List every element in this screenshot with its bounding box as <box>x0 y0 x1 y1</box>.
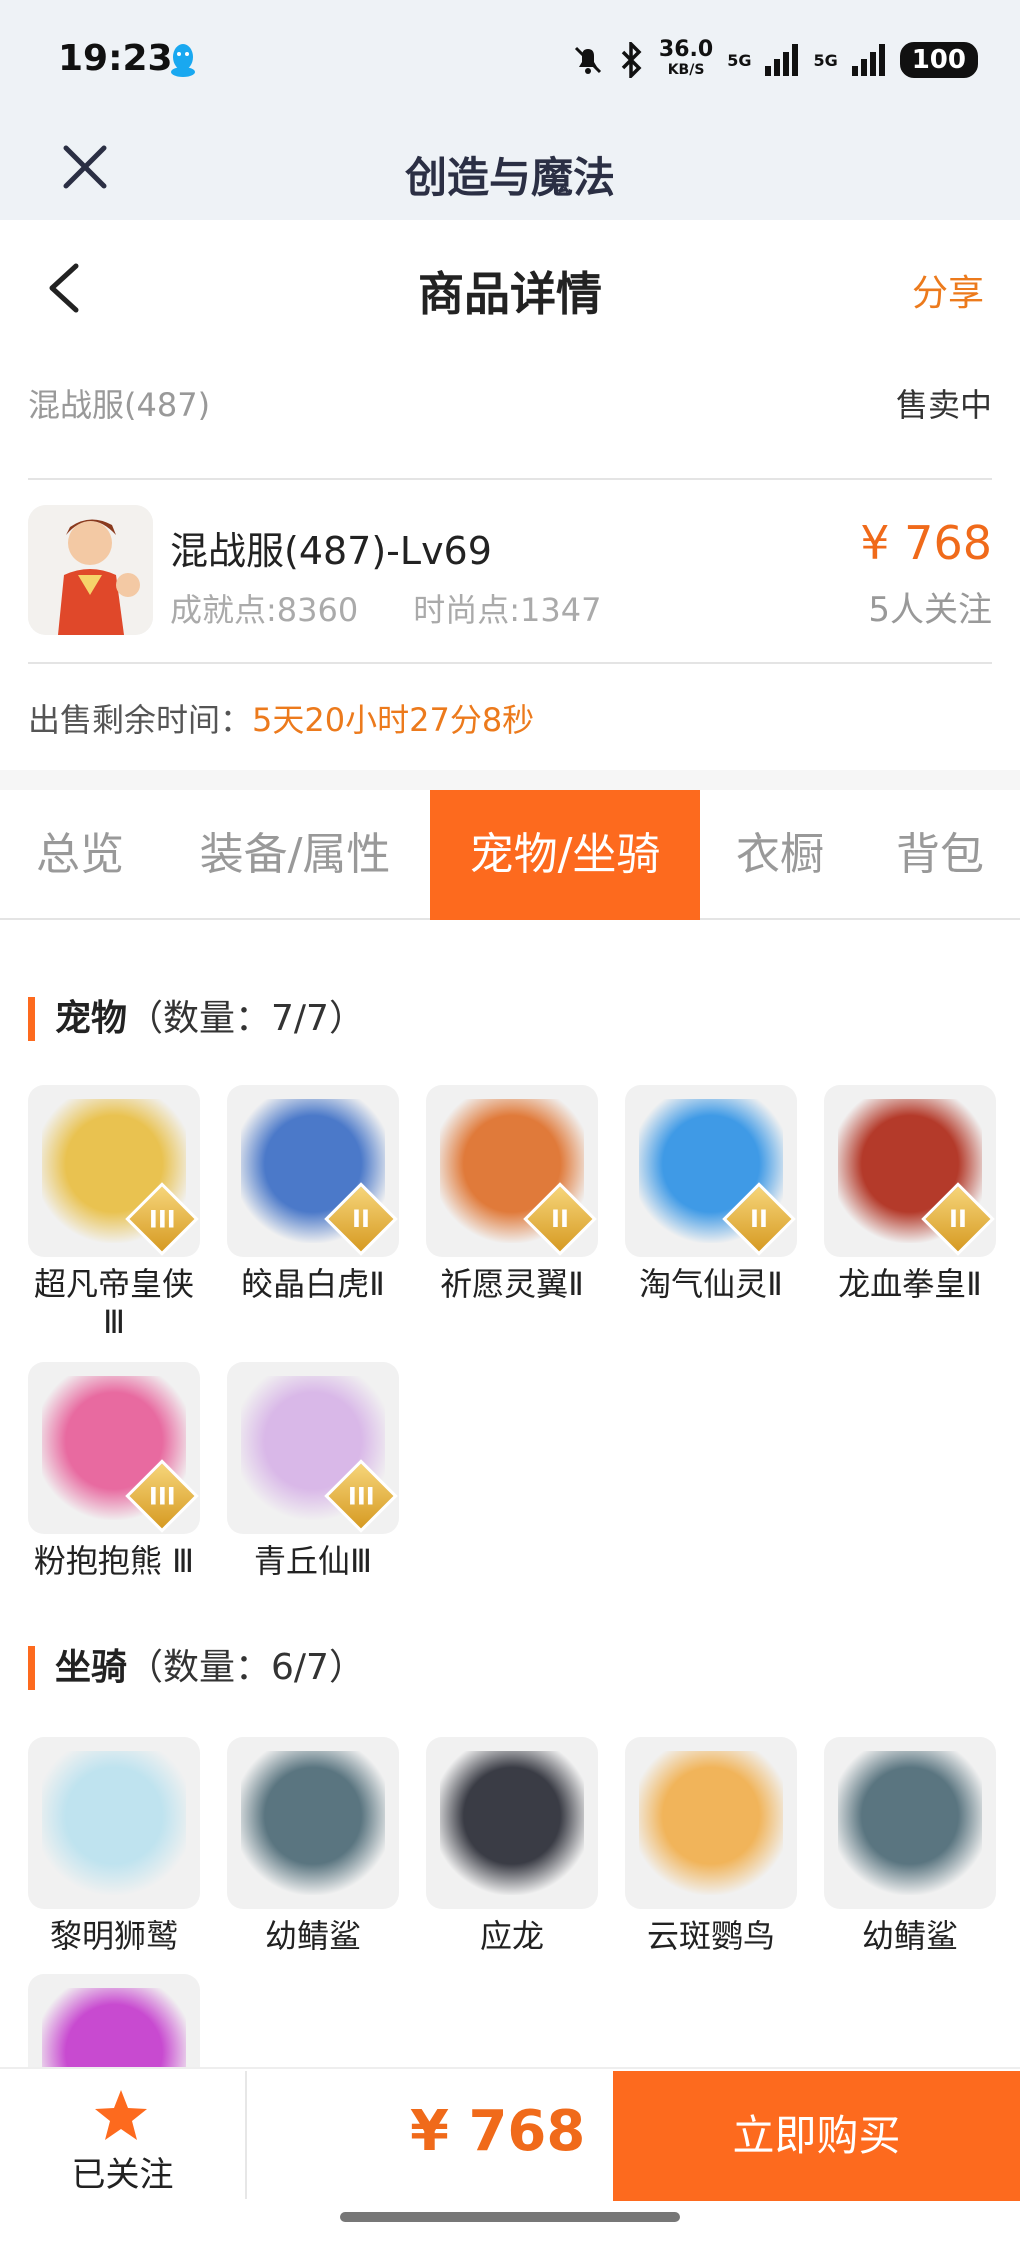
battery-indicator: 100 <box>899 42 978 78</box>
share-button[interactable]: 分享 <box>912 264 984 316</box>
mount-item[interactable]: 黎明狮鹫 <box>28 1737 200 1955</box>
follow-label: 已关注 <box>71 2155 174 2195</box>
pet-item[interactable]: II 皎晶白虎Ⅱ <box>227 1085 399 1303</box>
pet-item[interactable]: III 超凡帝皇侠Ⅲ <box>28 1085 200 1341</box>
detail-tabs: 总览 装备/属性 宠物/坐骑 衣橱 背包 <box>0 790 1020 920</box>
achievement-points: 成就点:8360 <box>170 591 359 629</box>
item-name-label: 龙血拳皇Ⅱ <box>838 1265 982 1303</box>
pet-item[interactable]: III 粉抱抱熊 Ⅲ <box>28 1362 200 1580</box>
server-name: 混战服(487) <box>28 386 211 424</box>
item-thumbnail: II <box>824 1085 996 1257</box>
item-thumbnail <box>426 1737 598 1909</box>
pet-item[interactable]: II 淘气仙灵Ⅱ <box>625 1085 797 1303</box>
tab-backpack[interactable]: 背包 <box>870 790 1010 920</box>
tab-wardrobe[interactable]: 衣橱 <box>710 790 850 920</box>
item-name-label: 幼鲭鲨 <box>861 1917 958 1955</box>
pet-item[interactable]: III 青丘仙Ⅲ <box>227 1362 399 1580</box>
item-thumbnail <box>28 1737 200 1909</box>
item-name-label: 黎明狮鹫 <box>49 1917 178 1955</box>
app-title: 创造与魔法 <box>404 153 615 202</box>
server-row: 混战服(487) 售卖中 <box>28 380 992 450</box>
tab-pets-mounts[interactable]: 宠物/坐骑 <box>430 790 700 920</box>
tab-equipment[interactable]: 装备/属性 <box>180 790 410 920</box>
item-name: 混战服(487)-Lv69 <box>170 529 492 573</box>
item-thumbnail <box>28 1974 200 2067</box>
network-type-2: 5G <box>813 50 838 70</box>
pet-item[interactable]: II 祈愿灵翼Ⅱ <box>426 1085 598 1303</box>
item-name-label: 幼鲭鲨 <box>264 1917 361 1955</box>
pets-section-title: 宠物（数量：7/7） <box>28 997 365 1041</box>
mount-item[interactable]: 幼鲭鲨 <box>824 1737 996 1955</box>
divider <box>245 2071 247 2199</box>
status-icons: 36.0 KB/S 5G 5G 100 <box>571 37 978 80</box>
item-thumbnail <box>625 1737 797 1909</box>
qq-icon <box>171 44 195 77</box>
signal-icon <box>765 44 799 76</box>
network-type-1: 5G <box>727 50 752 70</box>
item-thumbnail <box>227 1737 399 1909</box>
item-thumbnail <box>824 1737 996 1909</box>
tab-overview[interactable]: 总览 <box>0 790 160 920</box>
item-artwork <box>42 1988 186 2067</box>
item-artwork <box>838 1751 982 1895</box>
home-indicator <box>340 2212 680 2222</box>
item-artwork <box>42 1751 186 1895</box>
item-card: 混战服(487)-Lv69 成就点:8360 时尚点:1347 ¥ 768 5人… <box>28 480 992 660</box>
item-stats: 成就点:8360 时尚点:1347 <box>170 585 601 631</box>
item-artwork <box>639 1751 783 1895</box>
follow-button[interactable]: 已关注 <box>0 2069 245 2199</box>
item-thumbnail: II <box>426 1085 598 1257</box>
item-price: ¥ 768 <box>860 516 992 570</box>
item-name-label: 云斑鹦鸟 <box>646 1917 775 1955</box>
item-name-label: 祈愿灵翼Ⅱ <box>440 1265 584 1303</box>
status-time: 19:23 <box>58 38 173 79</box>
app-bar: 创造与魔法 <box>0 120 1020 220</box>
item-name-label: 粉抱抱熊 Ⅲ <box>33 1542 195 1580</box>
section-gap <box>0 770 1020 790</box>
mount-item[interactable]: 幼鲭鲨 <box>227 1737 399 1955</box>
sale-status: 售卖中 <box>895 386 992 424</box>
item-name-label: 皎晶白虎Ⅱ <box>241 1265 385 1303</box>
page-header: 商品详情 分享 <box>0 220 1020 350</box>
network-speed: 36.0 KB/S <box>658 37 714 79</box>
divider <box>28 662 992 664</box>
item-name-label: 超凡帝皇侠Ⅲ <box>33 1265 194 1341</box>
item-name-label: 淘气仙灵Ⅱ <box>639 1265 783 1303</box>
status-bar: 19:23 36.0 KB/S 5G 5G 100 <box>0 0 1020 120</box>
mount-item[interactable]: 应龙 <box>426 1737 598 1955</box>
item-thumbnail: III <box>227 1362 399 1534</box>
character-avatar <box>28 505 153 635</box>
signal-icon-2 <box>851 44 885 76</box>
page-title: 商品详情 <box>418 267 602 321</box>
item-thumbnail: II <box>227 1085 399 1257</box>
item-thumbnail: II <box>625 1085 797 1257</box>
mounts-section-title: 坐骑（数量：6/7） <box>28 1646 365 1690</box>
star-icon <box>95 2090 147 2140</box>
item-artwork <box>241 1751 385 1895</box>
buy-now-button[interactable]: 立即购买 <box>613 2071 1020 2201</box>
pet-item[interactable]: II 龙血拳皇Ⅱ <box>824 1085 996 1303</box>
item-thumbnail: III <box>28 1085 200 1257</box>
bluetooth-icon <box>621 42 642 78</box>
mute-bell-icon <box>574 46 601 74</box>
follower-count: 5人关注 <box>868 590 992 630</box>
bottom-price: ¥ 768 <box>410 2099 586 2164</box>
mount-item[interactable] <box>28 1974 200 2067</box>
remaining-time-value: 5天20小时27分8秒 <box>252 701 535 739</box>
item-artwork <box>440 1751 584 1895</box>
fashion-points: 时尚点:1347 <box>413 591 602 629</box>
item-name-label: 应龙 <box>479 1917 544 1955</box>
remaining-time-label: 出售剩余时间： <box>28 701 253 739</box>
item-name-label: 青丘仙Ⅲ <box>253 1542 373 1580</box>
remaining-time: 出售剩余时间：5天20小时27分8秒 <box>28 695 534 741</box>
mount-item[interactable]: 云斑鹦鸟 <box>625 1737 797 1955</box>
item-thumbnail: III <box>28 1362 200 1534</box>
